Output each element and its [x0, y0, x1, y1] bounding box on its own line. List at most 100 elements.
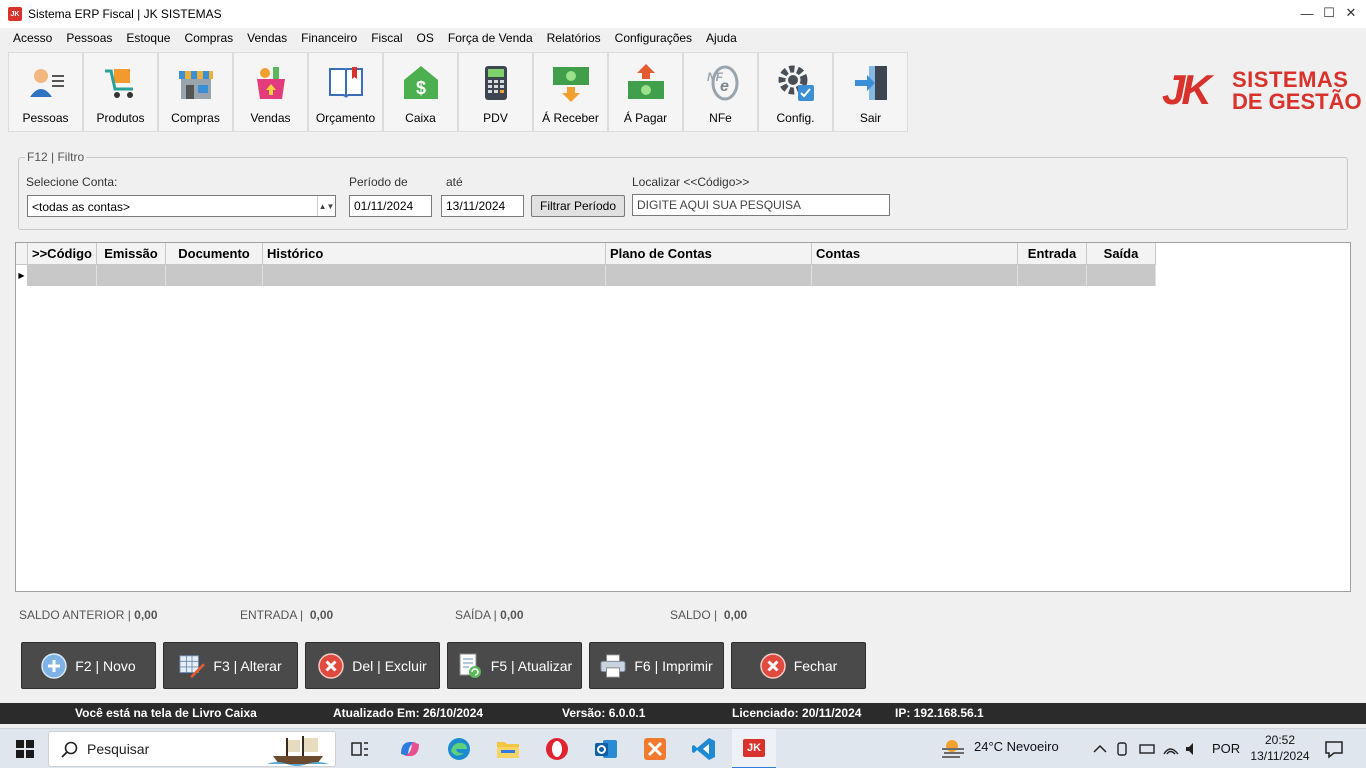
outlook-icon[interactable]: [592, 735, 620, 763]
toolbar-sair-button[interactable]: Sair: [833, 52, 908, 132]
opera-browser-icon[interactable]: [543, 735, 571, 763]
window-title: Sistema ERP Fiscal | JK SISTEMAS: [28, 7, 222, 21]
notifications-icon[interactable]: [1320, 735, 1348, 763]
new-button-label: F2 | Novo: [75, 657, 136, 674]
copilot-icon[interactable]: [396, 735, 424, 763]
file-explorer-icon[interactable]: [494, 735, 522, 763]
print-button[interactable]: F6 | Imprimir: [589, 642, 724, 689]
taskbar-search[interactable]: Pesquisar: [48, 731, 336, 767]
toolbar-caixa-button[interactable]: $ Caixa: [383, 52, 458, 132]
clock[interactable]: 20:52 13/11/2024: [1250, 732, 1310, 764]
windows-start-icon[interactable]: [16, 740, 34, 758]
xampp-icon[interactable]: [641, 735, 669, 763]
minimize-button[interactable]: —: [1298, 4, 1316, 22]
refresh-icon: [457, 653, 483, 679]
status-version: Versão: 6.0.0.1: [562, 706, 646, 720]
menu-os[interactable]: OS: [410, 31, 441, 45]
edit-button[interactable]: F3 | Alterar: [163, 642, 298, 689]
saldo-total: SALDO | 0,00: [670, 608, 747, 622]
column-emissao[interactable]: Emissão: [97, 243, 166, 265]
date-to-input[interactable]: [441, 195, 524, 217]
column-plano-de-contas[interactable]: Plano de Contas: [606, 243, 812, 265]
table-row[interactable]: ▶: [16, 265, 1156, 286]
toolbar-produtos-button[interactable]: Produtos: [83, 52, 158, 132]
ledger-grid[interactable]: >>Código Emissão Documento Histórico Pla…: [15, 242, 1351, 592]
toolbar-vendas-button[interactable]: Vendas: [233, 52, 308, 132]
toolbar-pessoas-button[interactable]: Pessoas: [8, 52, 83, 132]
menu-estoque[interactable]: Estoque: [119, 31, 177, 45]
toolbar-label: Config.: [776, 111, 815, 125]
toolbar-label: Orçamento: [315, 111, 376, 125]
menu-forca-de-venda[interactable]: Força de Venda: [441, 31, 540, 45]
column-documento[interactable]: Documento: [166, 243, 263, 265]
person-icon: [26, 63, 66, 103]
edit-button-label: F3 | Alterar: [213, 657, 282, 674]
menu-vendas[interactable]: Vendas: [240, 31, 294, 45]
toolbar-orcamento-button[interactable]: Orçamento: [308, 52, 383, 132]
saldo-anterior-label: SALDO ANTERIOR |: [19, 608, 131, 622]
clock-time: 20:52: [1264, 733, 1296, 747]
task-view-icon[interactable]: [346, 735, 374, 763]
new-button[interactable]: F2 | Novo: [21, 642, 156, 689]
cell-plano-de-contas[interactable]: [606, 265, 812, 286]
refresh-button-label: F5 | Atualizar: [490, 657, 573, 674]
logo-line2: DE GESTÃO: [1232, 89, 1362, 114]
delete-button[interactable]: Del | Excluir: [305, 642, 440, 689]
vscode-icon[interactable]: [690, 735, 718, 763]
status-ip: IP: 192.168.56.1: [895, 706, 984, 720]
toolbar-config-button[interactable]: Config.: [758, 52, 833, 132]
toolbar-compras-button[interactable]: Compras: [158, 52, 233, 132]
account-select-value: <todas as contas>: [32, 200, 131, 214]
jk-taskbar-app[interactable]: JK: [732, 729, 776, 768]
pirate-ship-icon: [267, 736, 329, 766]
toolbar-nfe-button[interactable]: NF e NFe: [683, 52, 758, 132]
menu-ajuda[interactable]: Ajuda: [699, 31, 744, 45]
date-from-input[interactable]: [349, 195, 432, 217]
column-entrada[interactable]: Entrada: [1018, 243, 1087, 265]
close-window-button[interactable]: ✕: [1342, 4, 1360, 22]
saida-total: SAÍDA | 0,00: [455, 608, 524, 622]
toolbar-label: Á Receber: [542, 111, 599, 125]
column-historico[interactable]: Histórico: [263, 243, 606, 265]
menu-pessoas[interactable]: Pessoas: [59, 31, 119, 45]
maximize-button[interactable]: ☐: [1320, 4, 1338, 22]
cell-documento[interactable]: [166, 265, 263, 286]
svg-text:e: e: [720, 78, 729, 95]
close-button[interactable]: Fechar: [731, 642, 866, 689]
nfe-icon: NF e: [701, 63, 741, 103]
cell-codigo[interactable]: [28, 265, 97, 286]
toolbar-label: Vendas: [250, 111, 291, 125]
status-licensed: Licenciado: 20/11/2024: [732, 706, 862, 720]
menu-financeiro[interactable]: Financeiro: [294, 31, 364, 45]
saida-label: SAÍDA |: [455, 608, 497, 622]
cell-contas[interactable]: [812, 265, 1018, 286]
delete-button-label: Del | Excluir: [352, 657, 427, 674]
account-select[interactable]: <todas as contas> ▲▼: [27, 195, 336, 217]
menu-relatorios[interactable]: Relatórios: [540, 31, 608, 45]
toolbar-a-pagar-button[interactable]: Á Pagar: [608, 52, 683, 132]
window-controls: — ☐ ✕: [1298, 4, 1360, 22]
cell-entrada[interactable]: [1018, 265, 1087, 286]
search-input[interactable]: [632, 194, 890, 216]
edge-browser-icon[interactable]: [445, 735, 473, 763]
updown-arrow-icon: ▲▼: [317, 196, 335, 216]
menu-acesso[interactable]: Acesso: [6, 31, 59, 45]
column-codigo[interactable]: >>Código: [28, 243, 97, 265]
menu-compras[interactable]: Compras: [177, 31, 240, 45]
cell-historico[interactable]: [263, 265, 606, 286]
toolbar-a-receber-button[interactable]: Á Receber: [533, 52, 608, 132]
menu-configuracoes[interactable]: Configurações: [608, 31, 699, 45]
row-indicator-icon: ▶: [16, 265, 28, 286]
toolbar-label: Sair: [859, 111, 882, 125]
language-indicator[interactable]: POR: [1212, 741, 1240, 756]
menu-fiscal[interactable]: Fiscal: [364, 31, 409, 45]
saldo-label: SALDO |: [670, 608, 718, 622]
column-contas[interactable]: Contas: [812, 243, 1018, 265]
cell-emissao[interactable]: [97, 265, 166, 286]
cell-saida[interactable]: [1087, 265, 1156, 286]
fog-weather-icon: [942, 740, 964, 758]
toolbar-pdv-button[interactable]: PDV: [458, 52, 533, 132]
refresh-button[interactable]: F5 | Atualizar: [447, 642, 582, 689]
filter-period-button[interactable]: Filtrar Período: [531, 195, 625, 217]
column-saida[interactable]: Saída: [1087, 243, 1156, 265]
